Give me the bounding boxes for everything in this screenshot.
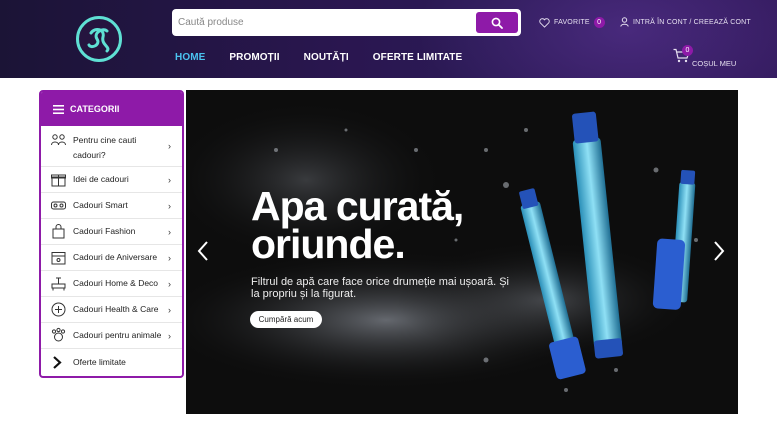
category-label: Cadouri Smart: [73, 200, 128, 210]
vr-headset-icon: [51, 201, 66, 210]
category-item-pentru-cine[interactable]: Pentru cine cauti cadouri? ›: [41, 126, 182, 167]
logo-icon: [87, 28, 110, 53]
search-input[interactable]: [178, 14, 468, 31]
chevron-right-icon: ›: [168, 174, 171, 185]
user-icon: [620, 17, 629, 27]
category-item-cadouri-smart[interactable]: Cadouri Smart ›: [41, 193, 182, 219]
hero-title: Apa curată, oriunde.: [251, 183, 464, 267]
favorites-link[interactable]: FAVORITE 0: [539, 17, 605, 28]
slider-prev-arrow[interactable]: [196, 240, 210, 266]
cart-label: COȘUL MEU: [692, 59, 737, 68]
category-item-idei-de-cadouri[interactable]: Idei de cadouri ›: [41, 167, 182, 193]
category-label: Cadouri Home & Deco: [73, 278, 159, 288]
category-item-cadouri-animale[interactable]: Cadouri pentru animale ›: [41, 323, 182, 349]
category-label: Cadouri de Aniversare: [73, 252, 158, 262]
search-bar: [172, 9, 521, 36]
category-item-cadouri-aniversare[interactable]: Cadouri de Aniversare ›: [41, 245, 182, 271]
category-item-cadouri-fashion[interactable]: Cadouri Fashion ›: [41, 219, 182, 245]
main-nav: HOME PROMOȚII NOUTĂȚI OFERTE LIMITATE: [175, 52, 486, 63]
slider-next-arrow[interactable]: [712, 240, 726, 266]
hero-cta-button[interactable]: Cumpără acum: [250, 311, 322, 328]
category-label: Cadouri Health & Care: [73, 304, 159, 314]
nav-oferte-limitate[interactable]: OFERTE LIMITATE: [373, 52, 462, 63]
hero-subtitle: Filtrul de apă care face orice drumeție …: [251, 276, 510, 300]
heart-icon: [539, 17, 550, 28]
search-button[interactable]: [476, 12, 518, 33]
nav-noutati[interactable]: NOUTĂȚI: [304, 52, 349, 63]
category-label: Cadouri Fashion: [73, 226, 136, 236]
site-logo[interactable]: [76, 16, 122, 62]
category-item-oferte-limitate[interactable]: Oferte limitate: [41, 349, 182, 375]
gift-box-icon: [51, 174, 66, 187]
people-icon: [51, 134, 66, 146]
nav-home[interactable]: HOME: [175, 52, 205, 63]
favorites-label: FAVORITE: [554, 19, 590, 26]
category-item-cadouri-health-care[interactable]: Cadouri Health & Care ›: [41, 297, 182, 323]
chevron-right-icon: [714, 241, 725, 261]
category-label: Cadouri pentru animale: [73, 330, 162, 340]
search-icon: [491, 17, 503, 29]
category-menu-title: CATEGORII: [70, 104, 120, 114]
category-label: Oferte limitate: [73, 356, 126, 367]
hero-banner: Apa curată, oriunde. Filtrul de apă care…: [186, 90, 738, 414]
chevron-right-icon: ›: [168, 304, 171, 315]
site-header: FAVORITE 0 INTRĂ ÎN CONT / CREEAZĂ CONT …: [0, 0, 777, 78]
chevron-right-icon: ›: [168, 278, 171, 289]
chevron-right-icon: ›: [168, 330, 171, 341]
category-label: Idei de cadouri: [73, 174, 129, 184]
chevron-right-icon: ›: [168, 252, 171, 263]
health-care-icon: [51, 302, 66, 317]
chevron-right-icon: ›: [168, 226, 171, 237]
chevron-right-icon: ›: [168, 141, 171, 151]
pet-icon: [51, 327, 66, 342]
cart-count-badge: 0: [682, 45, 693, 56]
nav-promotii[interactable]: PROMOȚII: [229, 52, 279, 63]
chevron-right-icon: ›: [168, 200, 171, 211]
category-menu: CATEGORII Pentru cine cauti cadouri? › I…: [39, 90, 184, 378]
favorites-count-badge: 0: [593, 17, 605, 28]
category-label: Pentru cine cauti cadouri?: [73, 135, 137, 160]
account-link[interactable]: INTRĂ ÎN CONT / CREEAZĂ CONT: [620, 17, 751, 27]
calendar-icon: [51, 252, 66, 265]
category-item-cadouri-home-deco[interactable]: Cadouri Home & Deco ›: [41, 271, 182, 297]
furniture-icon: [51, 277, 66, 291]
cart-link[interactable]: 0 COȘUL MEU: [673, 45, 736, 68]
handbag-icon: [52, 224, 65, 239]
chevron-right-bold-icon: [53, 355, 62, 369]
category-menu-header[interactable]: CATEGORII: [41, 92, 182, 126]
hamburger-icon: [53, 104, 64, 114]
chevron-left-icon: [197, 241, 208, 261]
account-label: INTRĂ ÎN CONT / CREEAZĂ CONT: [633, 18, 751, 26]
